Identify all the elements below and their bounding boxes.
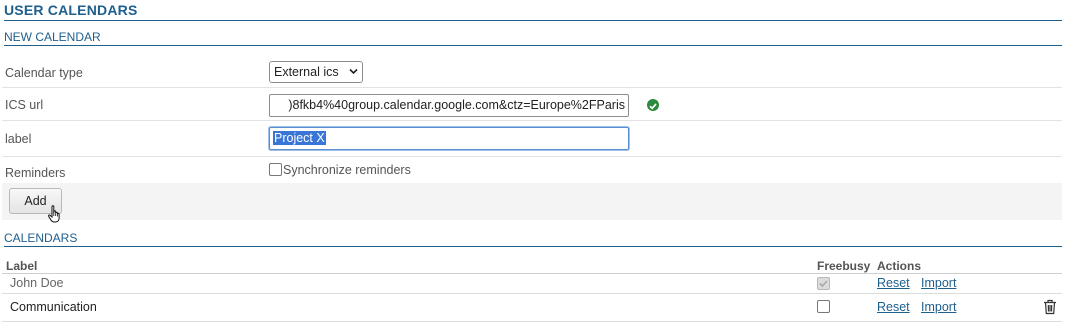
label-input[interactable]: Project X bbox=[269, 127, 629, 150]
new-calendar-section-title: NEW CALENDAR bbox=[4, 31, 1062, 46]
trash-icon[interactable] bbox=[1043, 299, 1057, 315]
reset-link[interactable]: Reset bbox=[877, 276, 910, 290]
calendar-type-row: Calendar type bbox=[2, 60, 1062, 88]
calendars-section-title: CALENDARS bbox=[4, 232, 1062, 247]
ics-url-input[interactable]: )8fkb4%40group.calendar.google.com&ctz=E… bbox=[269, 94, 629, 117]
reminders-row: Reminders bbox=[2, 158, 1062, 183]
calendar-type-value: External ics bbox=[274, 65, 339, 79]
label-input-value: Project X bbox=[273, 131, 326, 145]
label-field-label: label bbox=[5, 132, 32, 146]
column-header-label: Label bbox=[6, 259, 38, 273]
reset-link[interactable]: Reset bbox=[877, 300, 910, 314]
chevron-down-icon bbox=[349, 68, 358, 75]
column-header-freebusy: Freebusy bbox=[817, 259, 871, 273]
page-title: USER CALENDARS bbox=[4, 2, 1062, 21]
calendar-type-label: Calendar type bbox=[5, 66, 83, 80]
ics-url-label: ICS url bbox=[5, 98, 44, 112]
check-circle-icon bbox=[647, 99, 659, 111]
hand-pointer-icon bbox=[47, 205, 60, 223]
reminders-label: Reminders bbox=[5, 166, 66, 180]
checkmark-icon bbox=[819, 280, 828, 288]
ics-url-value: )8fkb4%40group.calendar.google.com&ctz=E… bbox=[288, 98, 625, 112]
synchronize-reminders-label[interactable]: Synchronize reminders bbox=[283, 163, 411, 177]
synchronize-reminders-checkbox[interactable] bbox=[269, 163, 282, 176]
calendar-label: Communication bbox=[10, 300, 97, 314]
calendar-label: John Doe bbox=[10, 276, 64, 290]
calendar-type-select[interactable]: External ics bbox=[269, 61, 363, 83]
import-link[interactable]: Import bbox=[921, 300, 956, 314]
form-actions-bar bbox=[2, 183, 1062, 220]
freebusy-checkbox[interactable] bbox=[817, 300, 830, 313]
freebusy-checkbox-disabled bbox=[817, 277, 830, 290]
import-link[interactable]: Import bbox=[921, 276, 956, 290]
column-header-actions: Actions bbox=[877, 259, 922, 273]
